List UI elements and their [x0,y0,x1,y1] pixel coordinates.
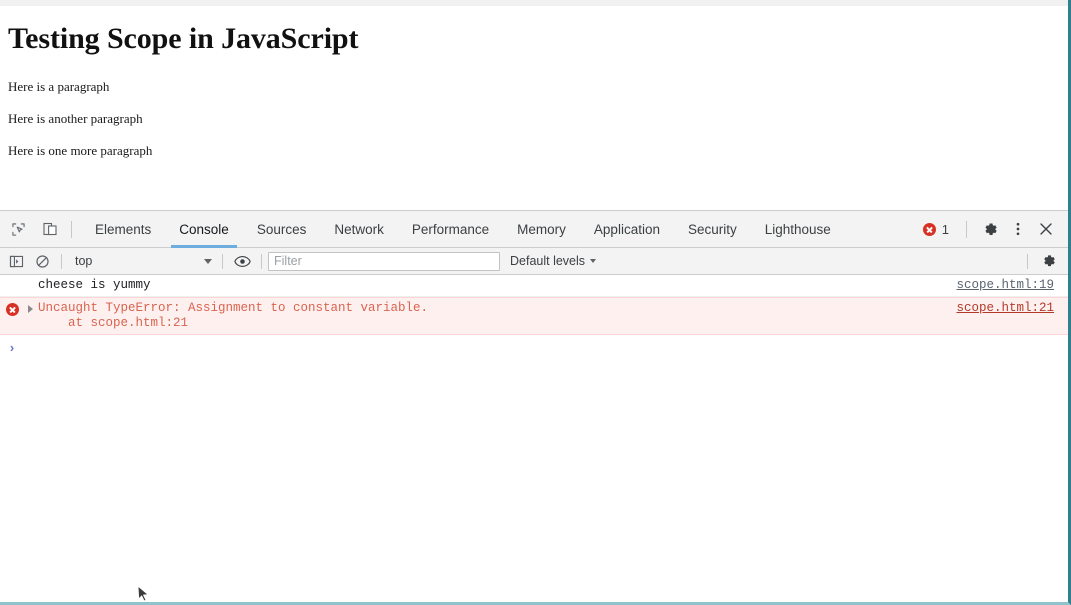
console-message-row[interactable]: cheese is yummy scope.html:19 [0,275,1068,297]
console-error-text: Uncaught TypeError: Assignment to consta… [38,301,429,330]
error-count-label: 1 [941,221,949,237]
console-prompt-caret-icon: › [9,340,15,355]
chevron-right-icon [27,305,33,313]
devtools-panel: Elements Console Sources Network Perform… [0,210,1068,602]
tab-application[interactable]: Application [580,211,674,248]
tab-security[interactable]: Security [674,211,751,248]
page-paragraph: Here is one more paragraph [8,142,153,158]
console-source-link[interactable]: scope.html:19 [956,278,1068,293]
tab-console[interactable]: Console [165,211,243,248]
console-settings-gear-icon [1044,255,1055,267]
tab-sources[interactable]: Sources [243,211,321,248]
error-count-badge[interactable]: 1 [922,221,949,237]
console-filter-input[interactable] [268,251,500,271]
devtools-more-options-button[interactable] [1004,215,1032,243]
gear-icon [984,223,997,235]
filterbar-divider [1027,253,1028,269]
tab-memory[interactable]: Memory [503,211,580,248]
console-log-levels-select[interactable]: Default levels [510,254,597,268]
tab-elements[interactable]: Elements [81,211,165,248]
console-filter-toolbar: top Default levels [0,248,1068,275]
device-toolbar-icon [43,222,57,236]
devtools-tabbar-actions: 1 [922,215,1068,243]
devtools-settings-button[interactable] [976,215,1004,243]
clear-console-icon [35,254,49,268]
log-levels-label: Default levels [510,254,586,268]
console-prompt-row[interactable]: › [0,335,1068,355]
rendered-page-viewport: Testing Scope in JavaScript Here is a pa… [0,6,1068,210]
message-gutter [0,278,24,280]
error-circle-icon [5,303,19,316]
toolbar-divider [71,220,72,238]
console-message-row[interactable]: Uncaught TypeError: Assignment to consta… [0,297,1068,335]
clear-console-button[interactable] [29,250,55,272]
close-icon [1040,223,1052,235]
chevron-down-icon [204,258,212,264]
filterbar-divider [261,253,262,269]
execution-context-label: top [75,254,93,268]
live-expression-eye-icon [233,255,251,267]
filterbar-divider [222,253,223,269]
live-expression-button[interactable] [229,250,255,272]
devtools-tabbar: Elements Console Sources Network Perform… [0,211,1068,248]
console-log-text: cheese is yummy [38,278,151,292]
kebab-menu-icon [1016,222,1020,236]
page-paragraph: Here is a paragraph [8,79,110,94]
message-gutter [0,301,24,316]
page-title: Testing Scope in JavaScript [8,22,359,55]
device-toolbar-button[interactable] [36,216,64,242]
browser-window: Testing Scope in JavaScript Here is a pa… [0,0,1071,605]
console-message-list[interactable]: cheese is yummy scope.html:19 Uncaught T… [0,275,1068,602]
tab-performance[interactable]: Performance [398,211,503,248]
console-settings-button[interactable] [1036,250,1062,272]
execution-context-select[interactable]: top [68,251,216,271]
console-sidebar-toggle-button[interactable] [3,250,29,272]
mouse-cursor [137,585,150,602]
inspect-element-icon [11,222,25,236]
message-disclosure [24,278,36,282]
page-paragraph: Here is another paragraph [8,110,143,126]
tab-network[interactable]: Network [320,211,398,248]
error-circle-icon [922,222,936,236]
chevron-down-icon [590,259,597,263]
inspect-element-button[interactable] [4,216,32,242]
tab-lighthouse[interactable]: Lighthouse [751,211,845,248]
console-sidebar-icon [9,255,23,267]
toolbar-divider [966,220,967,238]
console-filterbar-actions [1021,250,1068,272]
devtools-tab-list: Elements Console Sources Network Perform… [81,211,845,248]
console-source-link[interactable]: scope.html:21 [956,301,1068,316]
filterbar-divider [61,253,62,269]
devtools-close-button[interactable] [1032,215,1060,243]
expand-error-button[interactable] [24,301,36,313]
